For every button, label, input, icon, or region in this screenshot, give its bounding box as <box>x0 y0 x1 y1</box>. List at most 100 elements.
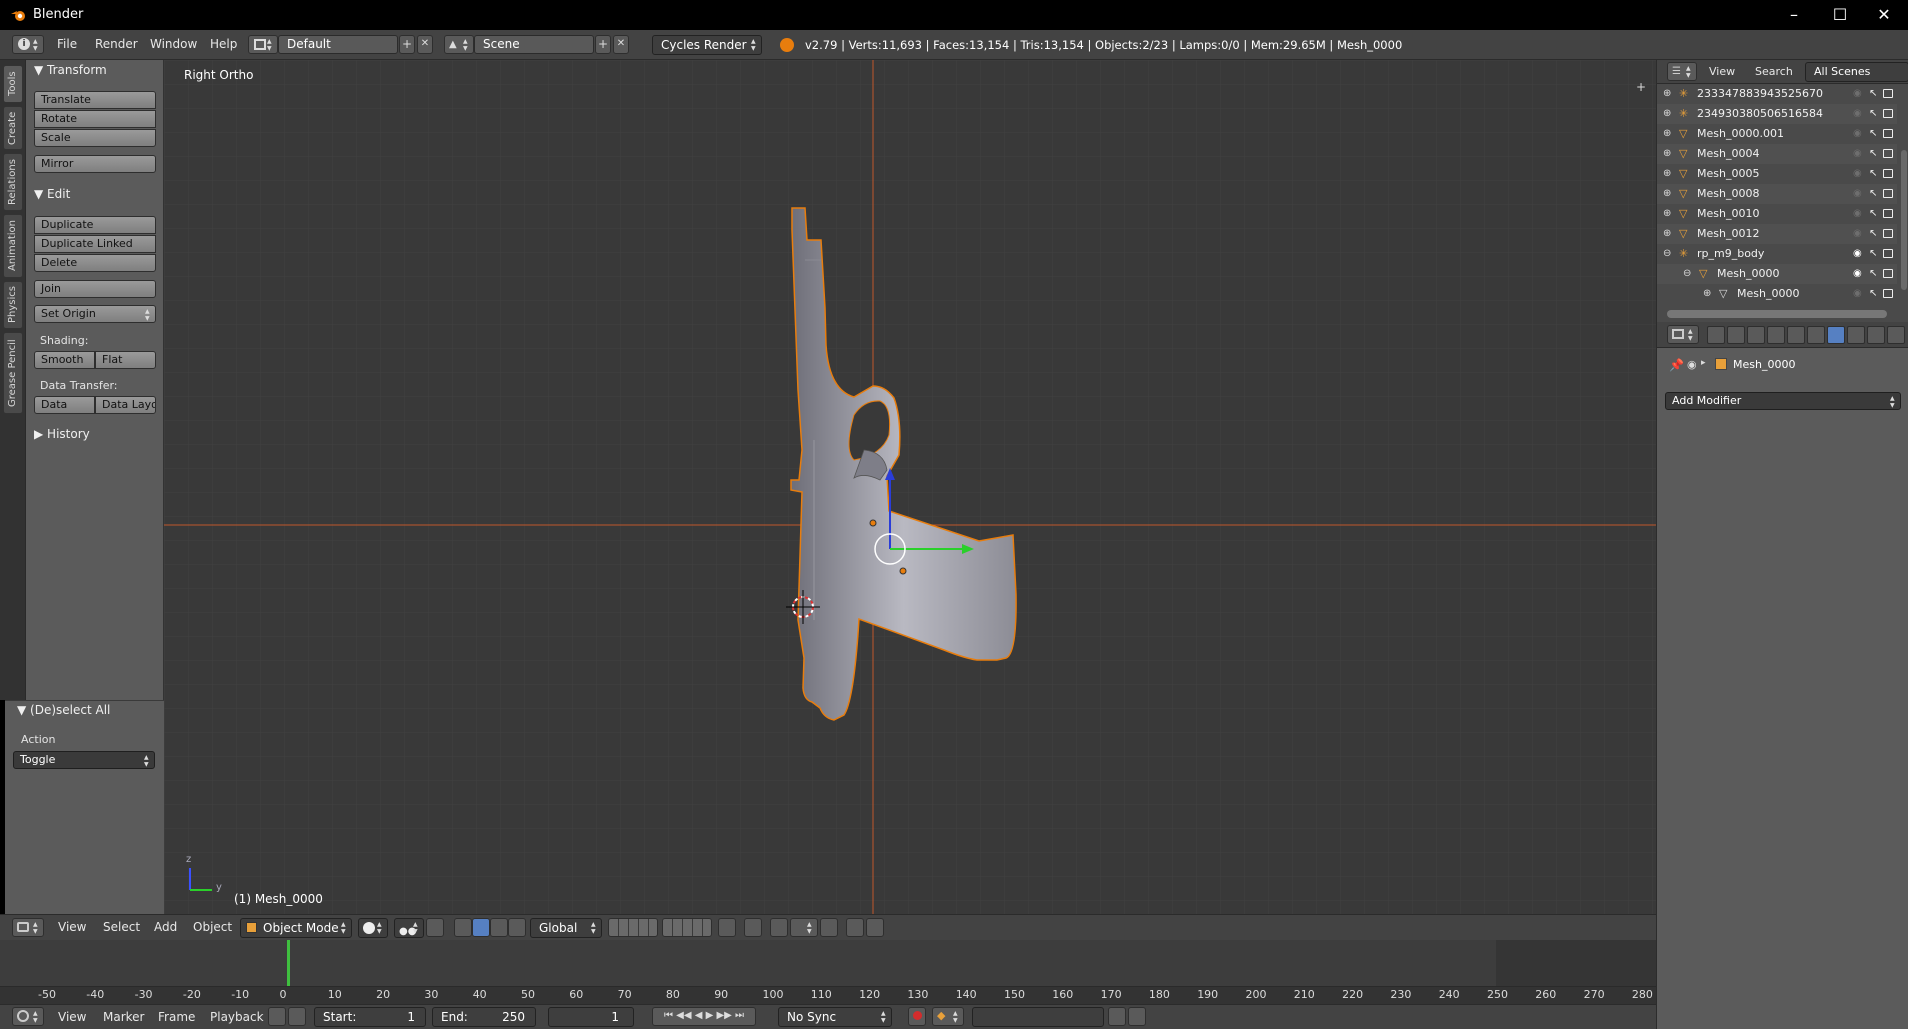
tl-menu-view[interactable]: View <box>58 1010 86 1024</box>
pin-icon[interactable]: 📌 <box>1669 358 1684 372</box>
keying-set-select[interactable]: ◆ <box>932 1007 964 1026</box>
menu-help[interactable]: Help <box>210 37 237 51</box>
lock-time-icon[interactable] <box>288 1007 306 1026</box>
render-engine-select[interactable]: Cycles Render <box>652 35 762 55</box>
selectable-icon[interactable]: ↖ <box>1869 84 1877 104</box>
snap-toggle-icon[interactable] <box>770 918 788 937</box>
renderable-icon[interactable] <box>1883 269 1893 278</box>
data-tab-icon[interactable] <box>1847 326 1865 344</box>
delete-layout-icon[interactable]: ✕ <box>417 35 433 54</box>
preview-range-icon[interactable] <box>268 1007 286 1026</box>
renderable-icon[interactable] <box>1883 209 1893 218</box>
tab-grease-pencil[interactable]: Grease Pencil <box>3 332 23 414</box>
layout-name-field[interactable]: Default <box>278 35 398 54</box>
expand-toggle-icon[interactable]: ⊕ <box>1703 284 1711 304</box>
renderable-icon[interactable] <box>1883 229 1893 238</box>
visibility-icon[interactable]: ◉ <box>1853 244 1862 264</box>
outliner-v-scrollbar[interactable] <box>1901 150 1907 290</box>
outliner-row[interactable]: ⊕ ▽ Mesh_0005 ◉ ↖ <box>1657 164 1897 184</box>
tab-create[interactable]: Create <box>3 106 23 150</box>
selectable-icon[interactable]: ↖ <box>1869 104 1877 124</box>
end-frame-field[interactable]: End: 250 <box>432 1007 536 1027</box>
world-tab-icon[interactable] <box>1767 326 1785 344</box>
visibility-icon[interactable]: ◉ <box>1853 224 1862 244</box>
vp-menu-view[interactable]: View <box>58 920 86 934</box>
expand-toggle-icon[interactable]: ⊕ <box>1663 164 1671 184</box>
set-origin-button[interactable]: Set Origin <box>34 305 156 323</box>
layer-buttons-1[interactable] <box>608 918 658 937</box>
selectable-icon[interactable]: ↖ <box>1869 144 1877 164</box>
visibility-icon[interactable]: ◉ <box>1853 144 1862 164</box>
scale-button[interactable]: Scale <box>34 129 156 147</box>
texture-tab-icon[interactable] <box>1887 326 1905 344</box>
current-frame-field[interactable]: 1 <box>548 1007 634 1027</box>
snap-target-icon[interactable] <box>820 918 838 937</box>
selectable-icon[interactable]: ↖ <box>1869 244 1877 264</box>
delete-button[interactable]: Delete <box>34 254 156 272</box>
menu-file[interactable]: File <box>57 37 77 51</box>
tab-relations[interactable]: Relations <box>3 153 23 211</box>
expand-toggle-icon[interactable]: ⊕ <box>1663 204 1671 224</box>
keying-set-field[interactable] <box>972 1007 1104 1027</box>
opengl-render-icon[interactable] <box>846 918 864 937</box>
data-transfer-button[interactable]: Data <box>34 396 95 414</box>
modifiers-tab-icon[interactable] <box>1827 326 1845 344</box>
start-frame-field[interactable]: Start: 1 <box>314 1007 426 1027</box>
editor-type-button[interactable]: i <box>12 35 44 54</box>
curve-manip-icon[interactable] <box>508 918 526 937</box>
manipulator-toggle[interactable] <box>426 918 444 937</box>
pivot-select[interactable]: ●● <box>394 918 424 938</box>
material-tab-icon[interactable] <box>1867 326 1885 344</box>
visibility-icon[interactable]: ◉ <box>1853 184 1862 204</box>
selectable-icon[interactable]: ↖ <box>1869 204 1877 224</box>
sync-select[interactable]: No Sync <box>778 1007 892 1027</box>
visibility-icon[interactable]: ◉ <box>1853 284 1862 304</box>
scene-selector-button[interactable]: ▲ <box>444 35 474 54</box>
outliner-row[interactable]: ⊕ ✳ 233347883943525670 ◉ ↖ <box>1657 84 1897 104</box>
layer-lock-icon[interactable] <box>718 918 736 937</box>
menu-window[interactable]: Window <box>150 37 197 51</box>
outliner-row[interactable]: ⊕ ▽ Mesh_0000 ◉ ↖ <box>1657 284 1897 304</box>
close-button[interactable]: ✕ <box>1866 4 1902 26</box>
rotate-manip-icon[interactable] <box>472 918 490 937</box>
viewport-canvas[interactable] <box>164 60 1656 914</box>
outliner-menu-view[interactable]: View <box>1709 65 1735 78</box>
insert-keyframe-icon[interactable] <box>1108 1007 1126 1026</box>
tl-menu-playback[interactable]: Playback <box>210 1010 264 1024</box>
viewport-editor-type[interactable] <box>12 918 44 937</box>
flat-button[interactable]: Flat <box>95 351 156 369</box>
deselect-all-header[interactable]: ▼ (De)select All <box>17 703 110 717</box>
outliner-editor-type[interactable]: ☰ <box>1667 62 1697 81</box>
renderable-icon[interactable] <box>1883 249 1893 258</box>
outliner-row[interactable]: ⊕ ▽ Mesh_0012 ◉ ↖ <box>1657 224 1897 244</box>
tl-menu-marker[interactable]: Marker <box>103 1010 144 1024</box>
renderable-icon[interactable] <box>1883 169 1893 178</box>
data-layout-button[interactable]: Data Layo <box>95 396 156 414</box>
toggle-properties-icon[interactable]: + <box>1636 80 1646 94</box>
maximize-button[interactable]: ☐ <box>1822 4 1858 26</box>
renderable-icon[interactable] <box>1883 109 1893 118</box>
visibility-icon[interactable]: ◉ <box>1853 264 1862 284</box>
menu-render[interactable]: Render <box>95 37 138 51</box>
minimize-button[interactable]: – <box>1776 4 1812 26</box>
rotate-button[interactable]: Rotate <box>34 110 156 128</box>
renderable-icon[interactable] <box>1883 129 1893 138</box>
history-panel-header[interactable]: ▶ History <box>34 427 90 441</box>
proportional-edit-icon[interactable] <box>744 918 762 937</box>
scene-name-field[interactable]: Scene <box>474 35 594 54</box>
tl-menu-frame[interactable]: Frame <box>158 1010 195 1024</box>
layout-selector-button[interactable] <box>248 35 278 54</box>
duplicate-linked-button[interactable]: Duplicate Linked <box>34 235 156 253</box>
layer-buttons-2[interactable] <box>662 918 712 937</box>
tab-physics[interactable]: Physics <box>3 281 23 329</box>
delete-keyframe-icon[interactable] <box>1128 1007 1146 1026</box>
renderable-icon[interactable] <box>1883 289 1893 298</box>
edit-panel-header[interactable]: ▼ Edit <box>34 187 70 201</box>
outliner-h-scrollbar[interactable] <box>1667 310 1887 318</box>
record-icon[interactable] <box>908 1007 926 1026</box>
delete-scene-icon[interactable]: ✕ <box>613 35 629 54</box>
selectable-icon[interactable]: ↖ <box>1869 184 1877 204</box>
translate-manip-icon[interactable] <box>454 918 472 937</box>
renderable-icon[interactable] <box>1883 189 1893 198</box>
tab-animation[interactable]: Animation <box>3 214 23 278</box>
